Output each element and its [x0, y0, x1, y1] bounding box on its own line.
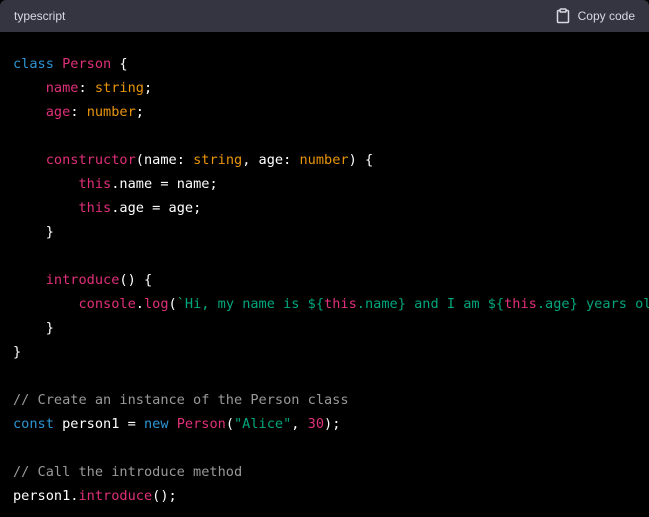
code-token-property: introduce [78, 488, 153, 504]
code-token-plain: ( [225, 416, 234, 432]
code-token-plain: : [70, 104, 87, 120]
code-token-type: Person [176, 416, 226, 432]
code-token-plain: ; [135, 104, 144, 120]
code-token-plain: ); [324, 416, 341, 432]
code-line: age: number; [13, 100, 649, 124]
code-line: introduce() { [13, 268, 649, 292]
code-content: class Person { name: string; age: number… [0, 32, 649, 508]
code-token-comment: // Call the introduce method [13, 464, 243, 480]
code-token-number: 30 [307, 416, 325, 432]
code-token-plain: .name = name; [111, 176, 218, 192]
code-line: } [13, 220, 649, 244]
code-token-plain: } [13, 224, 54, 240]
code-token-keyword: new [143, 416, 177, 432]
code-line: } [13, 316, 649, 340]
code-token-builtin-type: number [86, 104, 136, 120]
code-token-comment: // Create an instance of the Person clas… [13, 392, 349, 408]
code-token-plain: person1. [13, 488, 79, 504]
code-line: constructor(name: string, age: number) { [13, 148, 649, 172]
code-token-plain: . [135, 296, 144, 312]
code-token-plain: person1 = [62, 416, 144, 432]
code-token-keyword: class [13, 56, 63, 72]
code-token-plain: ( [168, 296, 177, 312]
code-token-builtin-type: number [299, 152, 349, 168]
code-token-type: Person [62, 56, 112, 72]
code-block: typescript Copy code class Person { name… [0, 0, 649, 517]
code-line: class Person { [13, 52, 649, 76]
language-label: typescript [14, 9, 66, 23]
code-token-plain: : [78, 80, 95, 96]
code-token-property: age [45, 104, 71, 120]
code-line: // Create an instance of the Person clas… [13, 388, 649, 412]
code-line: name: string; [13, 76, 649, 100]
code-token-string: .age} years old.` [536, 296, 649, 312]
code-header: typescript Copy code [0, 0, 649, 32]
code-token-plain: } [13, 344, 22, 360]
code-token-string: "Alice" [234, 416, 292, 432]
code-token-type: console [78, 296, 136, 312]
code-token-plain: , age: [242, 152, 300, 168]
code-token-type: this [78, 176, 112, 192]
code-token-plain: , [291, 416, 308, 432]
code-token-plain: } [13, 320, 54, 336]
code-token-plain: ; [143, 80, 153, 96]
code-line: person1.introduce(); [13, 484, 649, 508]
code-token-property: constructor [45, 152, 136, 168]
code-token-keyword: const [13, 416, 63, 432]
code-token-plain: .age = age; [111, 200, 202, 216]
code-token-property: log [143, 296, 169, 312]
code-line: const person1 = new Person("Alice", 30); [13, 412, 649, 436]
code-line: console.log(`Hi, my name is ${this.name}… [13, 292, 649, 316]
code-line: // Call the introduce method [13, 460, 649, 484]
code-token-string: .name} and I am ${ [356, 296, 505, 312]
code-token-plain: () { [119, 272, 153, 288]
code-token-builtin-type: string [94, 80, 144, 96]
code-token-property: name [45, 80, 79, 96]
code-line: this.age = age; [13, 196, 649, 220]
code-token-plain: ) { [348, 152, 374, 168]
code-token-builtin-type: string [193, 152, 243, 168]
code-line: this.name = name; [13, 172, 649, 196]
copy-code-button[interactable]: Copy code [556, 8, 635, 24]
code-token-string: `Hi, my name is ${ [176, 296, 325, 312]
code-token-property: introduce [45, 272, 120, 288]
code-token-type: this [324, 296, 357, 312]
code-token-type: this [78, 200, 112, 216]
code-line: } [13, 340, 649, 364]
clipboard-icon [556, 8, 570, 24]
code-token-type: this [504, 296, 537, 312]
code-token-plain: { [111, 56, 128, 72]
copy-code-label: Copy code [577, 9, 635, 23]
code-token-plain: (); [152, 488, 177, 504]
code-token-plain: (name: [135, 152, 194, 168]
